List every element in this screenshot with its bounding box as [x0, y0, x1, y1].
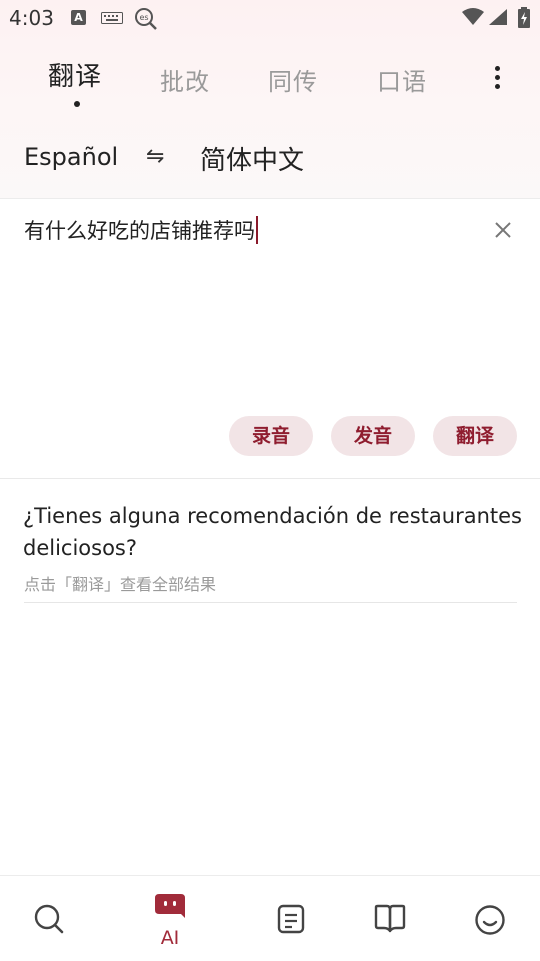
tab-correct[interactable]: 批改: [160, 62, 210, 97]
keyboard-a-icon: A: [71, 10, 86, 25]
tab-speaking[interactable]: 口语: [377, 62, 427, 97]
target-language-button[interactable]: 简体中文: [200, 140, 304, 177]
source-language-button[interactable]: Español: [24, 143, 118, 171]
more-options-button[interactable]: [487, 64, 509, 92]
pronounce-button[interactable]: 发音: [331, 416, 415, 456]
result-hint: 点击「翻译」查看全部结果: [24, 575, 217, 594]
nav-me[interactable]: [435, 876, 540, 961]
mode-tabs: 翻译 批改 同传 口语: [0, 56, 540, 106]
notes-icon: [277, 904, 305, 934]
battery-icon: [518, 7, 530, 28]
nav-ai[interactable]: AI: [116, 876, 224, 961]
translation-result[interactable]: ¿Tienes alguna recomendación de restaura…: [23, 500, 523, 564]
clear-icon[interactable]: [493, 220, 513, 240]
language-selector: Español ⇋ 简体中文: [0, 138, 540, 178]
tab-interpret[interactable]: 同传: [268, 62, 318, 97]
wifi-icon: [462, 8, 484, 25]
divider: [0, 478, 540, 479]
record-button[interactable]: 录音: [229, 416, 313, 456]
svg-text:es: es: [139, 13, 148, 22]
tab-translate[interactable]: 翻译: [48, 56, 102, 93]
signal-icon: [489, 9, 507, 25]
keyboard-icon: [101, 12, 123, 24]
nav-search[interactable]: [0, 876, 108, 961]
source-text-input[interactable]: 有什么好吃的店铺推荐吗: [24, 215, 258, 245]
swap-languages-icon[interactable]: ⇋: [146, 144, 164, 169]
book-icon: [374, 904, 406, 933]
smiley-icon: [475, 905, 505, 935]
active-tab-indicator: [74, 101, 80, 107]
status-bar: 4:03 A es: [0, 0, 540, 36]
search-icon: [34, 904, 64, 934]
nav-book[interactable]: [336, 876, 444, 961]
ai-robot-icon: [155, 894, 185, 918]
translate-button[interactable]: 翻译: [433, 416, 517, 456]
nav-notes[interactable]: [237, 876, 345, 961]
input-panel: 有什么好吃的店铺推荐吗 录音 发音 翻译: [0, 199, 540, 477]
bottom-navigation: AI: [0, 875, 540, 961]
nav-ai-label: AI: [160, 927, 180, 949]
divider: [24, 602, 517, 603]
source-text-value: 有什么好吃的店铺推荐吗: [24, 219, 255, 243]
text-caret: [256, 216, 258, 244]
status-time: 4:03: [9, 6, 54, 30]
es-search-icon: es: [135, 8, 157, 30]
